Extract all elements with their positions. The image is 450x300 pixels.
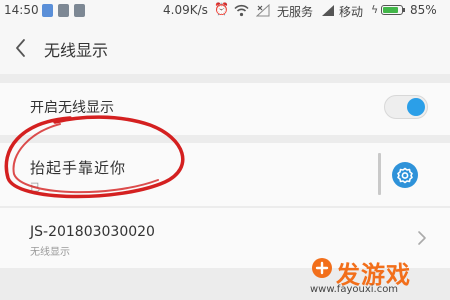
hint-subtitle: 已 bbox=[30, 183, 40, 194]
battery-cap bbox=[403, 8, 405, 12]
notification-app-icon bbox=[74, 4, 85, 17]
chevron-left-icon[interactable] bbox=[10, 34, 34, 62]
wifi-icon bbox=[234, 4, 249, 17]
settings-button[interactable] bbox=[392, 162, 418, 188]
app-header: 无线显示 bbox=[0, 22, 450, 74]
notification-app-icon bbox=[58, 4, 69, 17]
gear-icon bbox=[397, 167, 413, 184]
page-title: 无线显示 bbox=[44, 41, 109, 60]
watermark-logo-icon bbox=[312, 258, 332, 278]
carrier-label: 移动 bbox=[339, 5, 364, 19]
alarm-icon: ⏰ bbox=[214, 2, 229, 16]
battery-icon bbox=[381, 5, 403, 15]
no-service-label: 无服务 bbox=[277, 5, 314, 19]
divider bbox=[378, 153, 381, 195]
enable-wireless-display-toggle[interactable] bbox=[384, 95, 428, 119]
hint-label: 抬起手靠近你 bbox=[30, 159, 127, 177]
status-bar: 14:50 4.09K/s ⏰ 无服务 移动 ϟ 85% bbox=[0, 0, 450, 22]
chevron-right-icon[interactable] bbox=[415, 226, 429, 250]
watermark-url: www.fayouxi.com bbox=[310, 284, 399, 295]
signal-icon bbox=[322, 5, 334, 16]
battery-level bbox=[383, 7, 399, 13]
toggle-knob bbox=[407, 98, 425, 116]
enable-wireless-display-row[interactable]: 开启无线显示 bbox=[0, 83, 450, 135]
notification-app-icon bbox=[42, 4, 53, 17]
device-name: JS-201803030020 bbox=[30, 224, 155, 240]
charging-icon: ϟ bbox=[371, 3, 379, 16]
status-time: 14:50 bbox=[4, 3, 39, 17]
enable-wireless-display-label: 开启无线显示 bbox=[30, 100, 114, 116]
no-signal-icon bbox=[256, 4, 270, 17]
battery-percent: 85% bbox=[410, 3, 437, 17]
watermark: 发游戏 www.fayouxi.com bbox=[302, 254, 450, 300]
device-subtitle: 无线显示 bbox=[30, 247, 70, 258]
network-speed: 4.09K/s bbox=[163, 3, 208, 17]
hint-row: 抬起手靠近你 已 bbox=[0, 143, 450, 206]
